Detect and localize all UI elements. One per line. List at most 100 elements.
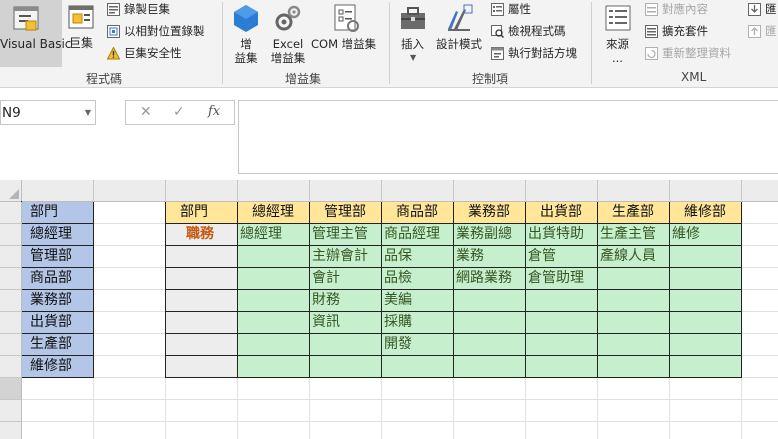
duty-cell-h-3[interactable]: 倉管: [528, 246, 556, 267]
name-box-value: N9: [2, 105, 21, 121]
excel-window: Visual Basic 巨集 錄製巨集 以相對位置錄製 巨集安全性 程式碼 增…: [0, 0, 778, 439]
row-header-9[interactable]: [0, 378, 22, 400]
row-header-7[interactable]: [0, 334, 22, 356]
duty-cell-f-5[interactable]: 美編: [384, 290, 412, 311]
cell-a-2[interactable]: 總經理: [30, 224, 72, 245]
header-cell-f[interactable]: 商品部: [396, 202, 438, 223]
column-header-j[interactable]: [670, 180, 742, 202]
cell-a-1[interactable]: 部門: [30, 202, 58, 223]
cell-a-8[interactable]: 維修部: [30, 356, 72, 377]
header-cell-g[interactable]: 業務部: [468, 202, 510, 223]
run-dialog-icon: [491, 47, 504, 60]
header-cell-h[interactable]: 出貨部: [540, 202, 582, 223]
column-header-e[interactable]: [310, 180, 382, 202]
insert-function-icon[interactable]: fx: [208, 104, 220, 119]
row-header-10[interactable]: [0, 400, 22, 422]
relative-reference-icon: [107, 25, 120, 38]
visual-basic-button[interactable]: Visual Basic: [0, 0, 71, 67]
design-mode-label: 設計模式: [436, 37, 482, 51]
chevron-down-icon: ▼: [410, 53, 417, 62]
addins-group-label: 增益集: [285, 72, 322, 86]
cell-a-4[interactable]: 商品部: [30, 268, 72, 289]
duty-cell-i-2[interactable]: 生產主管: [600, 224, 656, 245]
cell-a-3[interactable]: 管理部: [30, 246, 72, 267]
chevron-down-icon[interactable]: ▼: [85, 108, 91, 117]
duty-cell-g-4[interactable]: 網路業務: [456, 268, 512, 289]
addins-label-line1: 增: [240, 37, 252, 51]
addins-hexagon-icon: [234, 5, 258, 32]
row-header-11[interactable]: [0, 422, 22, 439]
duty-cell-d-2[interactable]: 總經理: [240, 224, 282, 245]
duty-cell-e-6[interactable]: 資訊: [312, 312, 340, 333]
group-separator: [389, 2, 390, 84]
header-cell-c[interactable]: 部門: [180, 202, 208, 223]
duty-cell-h-4[interactable]: 倉管助理: [528, 268, 584, 289]
select-all-triangle-icon: [9, 189, 19, 199]
duty-cell-e-5[interactable]: 財務: [312, 290, 340, 311]
row-header-3[interactable]: [0, 246, 22, 268]
macros-label: 巨集: [69, 36, 94, 50]
import-icon: [748, 3, 761, 16]
column-header-b[interactable]: [94, 180, 166, 202]
excel-addins-label-line2: 增益集: [270, 51, 306, 65]
cancel-icon[interactable]: ✕: [140, 104, 152, 120]
duty-cell-h-2[interactable]: 出貨特助: [528, 224, 584, 245]
visual-basic-label: Visual Basic: [0, 37, 72, 51]
column-header-d[interactable]: [238, 180, 310, 202]
row-header-2[interactable]: [0, 224, 22, 246]
duty-cell-f-7[interactable]: 開發: [384, 334, 412, 355]
duty-cell-f-2[interactable]: 商品經理: [384, 224, 440, 245]
duty-cell-e-3[interactable]: 主辦會計: [312, 246, 368, 267]
expansion-packs-icon: [645, 25, 658, 38]
row-header-6[interactable]: [0, 312, 22, 334]
column-header-k[interactable]: [742, 180, 778, 202]
insert-control-label: 插入: [401, 37, 424, 51]
duty-cell-f-3[interactable]: 品保: [384, 246, 412, 267]
xml-source-label: 來源: [606, 37, 629, 51]
row-header-1[interactable]: [0, 202, 22, 224]
map-properties-icon: [645, 3, 658, 16]
gridline-horizontal: [22, 399, 778, 400]
column-header-a[interactable]: [22, 180, 94, 202]
duty-cell-f-6[interactable]: 採購: [384, 312, 412, 333]
group-separator: [591, 2, 592, 84]
worksheet-grid[interactable]: 部門 總經理 管理部 商品部 業務部 出貨部 生產部 維修部 部門 總經理 管理部 商品部 業務部 出貨部…: [0, 180, 778, 439]
column-header-i[interactable]: [598, 180, 670, 202]
view-code-label: 檢視程式碼: [508, 24, 566, 38]
export-label: 匯: [765, 24, 777, 38]
column-header-f[interactable]: [382, 180, 454, 202]
row-header-4[interactable]: [0, 268, 22, 290]
header-cell-i[interactable]: 生產部: [612, 202, 654, 223]
name-box[interactable]: N9 ▼: [0, 100, 96, 125]
visual-basic-icon: [13, 6, 39, 31]
header-cell-j[interactable]: 維修部: [684, 202, 726, 223]
duty-cell-e-4[interactable]: 會計: [312, 268, 340, 289]
formula-input[interactable]: [238, 100, 778, 174]
duty-cell-j-2[interactable]: 維修: [672, 224, 700, 245]
duty-label-cell[interactable]: 職務: [186, 224, 214, 245]
xml-source-ellipsis: ...: [612, 51, 623, 65]
row-header-5[interactable]: [0, 290, 22, 312]
column-header-c[interactable]: [166, 180, 238, 202]
duty-cell-g-3[interactable]: 業務: [456, 246, 484, 267]
gridline-horizontal: [22, 421, 778, 422]
select-all-button[interactable]: [0, 180, 22, 202]
cell-a-5[interactable]: 業務部: [30, 290, 72, 311]
enter-icon[interactable]: ✓: [173, 104, 185, 120]
com-addins-label: COM 增益集: [311, 37, 377, 51]
duty-cell-f-4[interactable]: 品檢: [384, 268, 412, 289]
header-cell-e[interactable]: 管理部: [324, 202, 366, 223]
column-header-g[interactable]: [454, 180, 526, 202]
refresh-data-label: 重新整理資料: [662, 46, 731, 60]
duty-cell-g-2[interactable]: 業務副總: [456, 224, 512, 245]
formula-buttons: ✕ ✓ fx: [125, 100, 235, 125]
duty-cell-e-2[interactable]: 管理主管: [312, 224, 368, 245]
duty-cell-i-3[interactable]: 產線人員: [600, 246, 656, 267]
header-cell-d[interactable]: 總經理: [252, 202, 294, 223]
design-mode-icon: [448, 4, 473, 31]
row-header-8[interactable]: [0, 356, 22, 378]
toolbox-icon: [401, 7, 425, 29]
column-header-h[interactable]: [526, 180, 598, 202]
cell-a-7[interactable]: 生產部: [30, 334, 72, 355]
cell-a-6[interactable]: 出貨部: [30, 312, 72, 333]
